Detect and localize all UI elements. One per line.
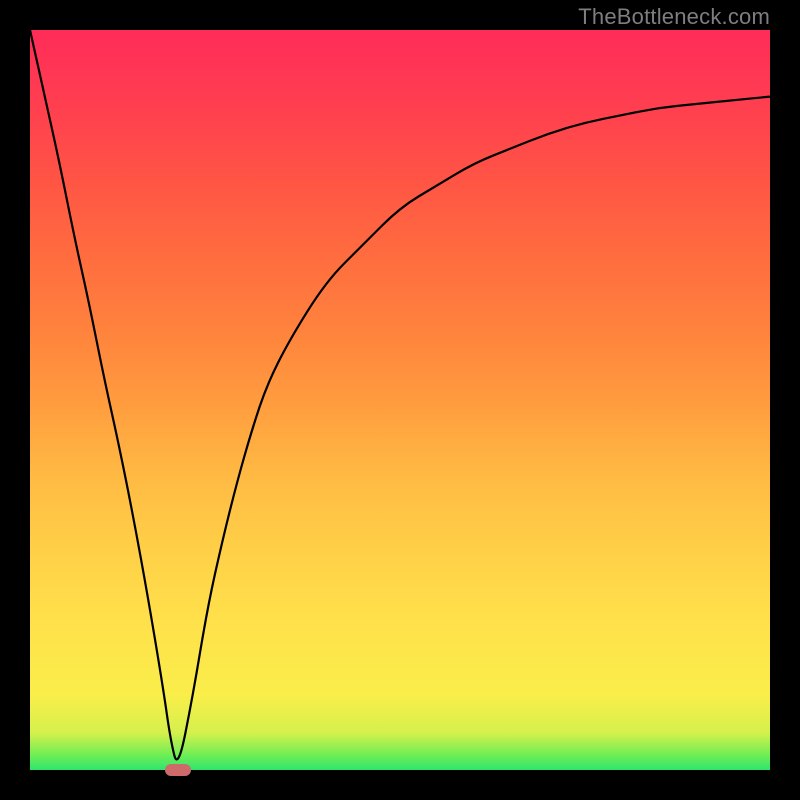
- bottleneck-curve: [30, 30, 770, 770]
- optimal-marker: [165, 764, 191, 776]
- plot-area: [30, 30, 770, 770]
- chart-container: TheBottleneck.com: [0, 0, 800, 800]
- watermark-text: TheBottleneck.com: [578, 4, 770, 30]
